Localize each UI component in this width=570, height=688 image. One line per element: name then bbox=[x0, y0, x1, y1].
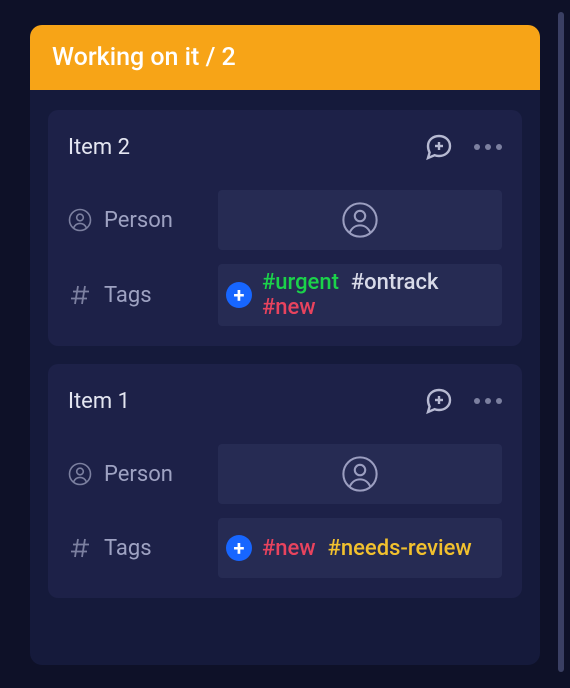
add-tag-icon[interactable]: + bbox=[226, 535, 252, 561]
person-label-text: Person bbox=[104, 462, 173, 487]
person-label: Person bbox=[68, 462, 218, 487]
person-icon bbox=[68, 208, 92, 232]
add-comment-icon[interactable] bbox=[424, 386, 454, 416]
person-avatar-icon bbox=[341, 201, 379, 239]
person-row: Person bbox=[68, 190, 502, 250]
person-avatar-icon bbox=[341, 455, 379, 493]
card-header: Item 2 bbox=[68, 132, 502, 162]
add-tag-icon[interactable]: + bbox=[226, 282, 252, 308]
card-header: Item 1 bbox=[68, 386, 502, 416]
tag[interactable]: #needs-review bbox=[328, 536, 472, 561]
tags-row: Tags + #urgent #ontrack #new bbox=[68, 264, 502, 326]
tags-wrap: #new #needs-review bbox=[262, 536, 472, 561]
tags-wrap: #urgent #ontrack #new bbox=[262, 270, 492, 320]
tag[interactable]: #ontrack bbox=[351, 270, 439, 295]
card-title[interactable]: Item 1 bbox=[68, 389, 130, 414]
card-actions bbox=[424, 132, 502, 162]
more-options-icon[interactable] bbox=[474, 144, 502, 150]
card-actions bbox=[424, 386, 502, 416]
person-row: Person bbox=[68, 444, 502, 504]
vertical-scrollbar[interactable] bbox=[558, 12, 564, 672]
tags-cell[interactable]: + #new #needs-review bbox=[218, 518, 502, 578]
tags-row: Tags + #new #needs-review bbox=[68, 518, 502, 578]
kanban-column: Working on it / 2 Item 2 bbox=[30, 25, 540, 665]
tag[interactable]: #urgent bbox=[262, 270, 339, 295]
person-cell[interactable] bbox=[218, 444, 502, 504]
card-list: Item 2 bbox=[30, 90, 540, 618]
tags-label: Tags bbox=[68, 283, 218, 308]
hash-icon bbox=[68, 283, 92, 307]
person-icon bbox=[68, 462, 92, 486]
add-comment-icon[interactable] bbox=[424, 132, 454, 162]
column-header[interactable]: Working on it / 2 bbox=[30, 25, 540, 90]
more-options-icon[interactable] bbox=[474, 398, 502, 404]
tag[interactable]: #new bbox=[262, 295, 316, 320]
column-title: Working on it / 2 bbox=[52, 43, 236, 72]
tags-cell[interactable]: + #urgent #ontrack #new bbox=[218, 264, 502, 326]
person-cell[interactable] bbox=[218, 190, 502, 250]
kanban-card[interactable]: Item 2 bbox=[48, 110, 522, 346]
tag[interactable]: #new bbox=[262, 536, 316, 561]
kanban-card[interactable]: Item 1 bbox=[48, 364, 522, 598]
card-title[interactable]: Item 2 bbox=[68, 135, 130, 160]
person-label: Person bbox=[68, 208, 218, 233]
person-label-text: Person bbox=[104, 208, 173, 233]
hash-icon bbox=[68, 536, 92, 560]
tags-label-text: Tags bbox=[104, 283, 152, 308]
tags-label: Tags bbox=[68, 536, 218, 561]
tags-label-text: Tags bbox=[104, 536, 152, 561]
